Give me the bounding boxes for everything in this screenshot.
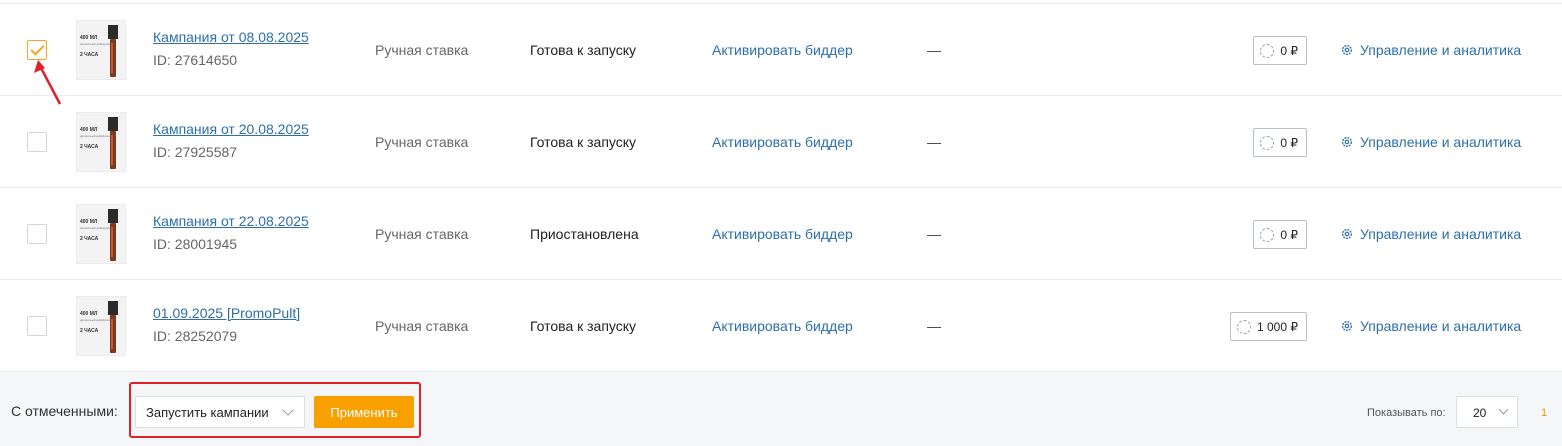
with-selected-label: С отмеченными:: [11, 403, 118, 419]
chevron-down-icon: [1498, 404, 1509, 415]
chevron-down-icon: [282, 404, 294, 416]
manage-analytics-link[interactable]: Управление и аналитика: [1340, 134, 1521, 150]
refresh-icon: [1260, 135, 1275, 150]
thumb-duration-text: 2 ЧАСА: [80, 144, 99, 150]
budget-button[interactable]: 1 000 ₽: [1230, 312, 1307, 341]
refresh-icon: [1260, 227, 1275, 242]
thumb-small-text: ароматный диффузор: [80, 42, 111, 46]
gear-icon: [1341, 320, 1353, 332]
manage-analytics-label: Управление и аналитика: [1360, 42, 1522, 58]
campaign-status: Приостановлена: [530, 226, 639, 242]
product-thumbnail: 400 МЛ ароматный диффузор 2 ЧАСА: [76, 296, 126, 356]
thumb-small-text: ароматный диффузор: [80, 226, 111, 230]
product-thumbnail: 400 МЛ ароматный диффузор 2 ЧАСА: [76, 20, 126, 80]
thumb-duration-text: 2 ЧАСА: [80, 52, 99, 58]
manage-analytics-label: Управление и аналитика: [1360, 226, 1522, 242]
campaign-status: Готова к запуску: [530, 318, 637, 334]
per-page-value: 20: [1473, 406, 1487, 420]
bulk-action-value: Запустить кампании: [146, 405, 269, 420]
campaign-id: ID: 27614650: [153, 52, 238, 68]
thumb-volume-text: 400 МЛ: [80, 311, 98, 317]
activate-bidder-link[interactable]: Активировать биддер: [712, 134, 853, 150]
row-checkbox[interactable]: [27, 224, 47, 244]
empty-value: —: [927, 134, 941, 150]
budget-button[interactable]: 0 ₽: [1253, 220, 1307, 249]
campaign-id: ID: 28001945: [153, 236, 238, 252]
thumb-volume-text: 400 МЛ: [80, 35, 98, 41]
table-row: 400 МЛ ароматный диффузор 2 ЧАСА Кампани…: [0, 188, 1562, 280]
campaign-name-link[interactable]: Кампания от 20.08.2025: [153, 121, 309, 137]
budget-button[interactable]: 0 ₽: [1253, 128, 1307, 157]
manage-analytics-link[interactable]: Управление и аналитика: [1340, 318, 1521, 334]
bid-type: Ручная ставка: [375, 318, 469, 334]
current-page-number[interactable]: 1: [1541, 407, 1547, 419]
table-row: 400 МЛ ароматный диффузор 2 ЧАСА Кампани…: [0, 4, 1562, 96]
empty-value: —: [927, 318, 941, 334]
budget-button[interactable]: 0 ₽: [1253, 36, 1307, 65]
campaign-status: Готова к запуску: [530, 42, 637, 58]
thumb-small-text: ароматный диффузор: [80, 134, 111, 138]
empty-value: —: [927, 226, 941, 242]
refresh-icon: [1260, 43, 1275, 58]
bulk-actions-footer: С отмеченными: Запустить кампании Примен…: [0, 372, 1562, 446]
campaign-name-link[interactable]: 01.09.2025 [PromoPult]: [153, 305, 300, 321]
budget-value: 0 ₽: [1280, 135, 1298, 150]
gear-icon: [1341, 44, 1353, 56]
manage-analytics-label: Управление и аналитика: [1360, 134, 1522, 150]
red-arrow-annotation: [34, 60, 62, 105]
thumb-duration-text: 2 ЧАСА: [80, 328, 99, 334]
activate-bidder-link[interactable]: Активировать биддер: [712, 318, 853, 334]
product-thumbnail: 400 МЛ ароматный диффузор 2 ЧАСА: [76, 204, 126, 264]
bid-type: Ручная ставка: [375, 134, 469, 150]
activate-bidder-link[interactable]: Активировать биддер: [712, 226, 853, 242]
thumb-small-text: ароматный диффузор: [80, 318, 111, 322]
per-page-select[interactable]: 20: [1456, 396, 1518, 428]
row-checkbox[interactable]: [27, 316, 47, 336]
thumb-volume-text: 400 МЛ: [80, 127, 98, 133]
gear-icon: [1341, 136, 1353, 148]
product-thumbnail: 400 МЛ ароматный диффузор 2 ЧАСА: [76, 112, 126, 172]
budget-value: 0 ₽: [1280, 227, 1298, 242]
bid-type: Ручная ставка: [375, 42, 469, 58]
bulk-action-select[interactable]: Запустить кампании: [135, 396, 305, 428]
per-page-label: Показывать по:: [1367, 407, 1446, 419]
manage-analytics-label: Управление и аналитика: [1360, 318, 1522, 334]
apply-button[interactable]: Применить: [314, 396, 414, 428]
campaign-name-link[interactable]: Кампания от 08.08.2025: [153, 29, 309, 45]
activate-bidder-link[interactable]: Активировать биддер: [712, 42, 853, 58]
campaign-id: ID: 27925587: [153, 144, 238, 160]
bid-type: Ручная ставка: [375, 226, 469, 242]
manage-analytics-link[interactable]: Управление и аналитика: [1340, 42, 1521, 58]
table-row: 400 МЛ ароматный диффузор 2 ЧАСА 01.09.2…: [0, 280, 1562, 372]
gear-icon: [1341, 228, 1353, 240]
row-checkbox[interactable]: [27, 132, 47, 152]
table-row: 400 МЛ ароматный диффузор 2 ЧАСА Кампани…: [0, 96, 1562, 188]
budget-value: 1 000 ₽: [1257, 319, 1298, 334]
thumb-volume-text: 400 МЛ: [80, 219, 98, 225]
budget-value: 0 ₽: [1280, 43, 1298, 58]
manage-analytics-link[interactable]: Управление и аналитика: [1340, 226, 1521, 242]
campaign-status: Готова к запуску: [530, 134, 637, 150]
campaign-id: ID: 28252079: [153, 328, 238, 344]
refresh-icon: [1237, 319, 1251, 334]
empty-value: —: [927, 42, 941, 58]
campaign-name-link[interactable]: Кампания от 22.08.2025: [153, 213, 309, 229]
thumb-duration-text: 2 ЧАСА: [80, 236, 99, 242]
row-checkbox[interactable]: [27, 40, 47, 60]
